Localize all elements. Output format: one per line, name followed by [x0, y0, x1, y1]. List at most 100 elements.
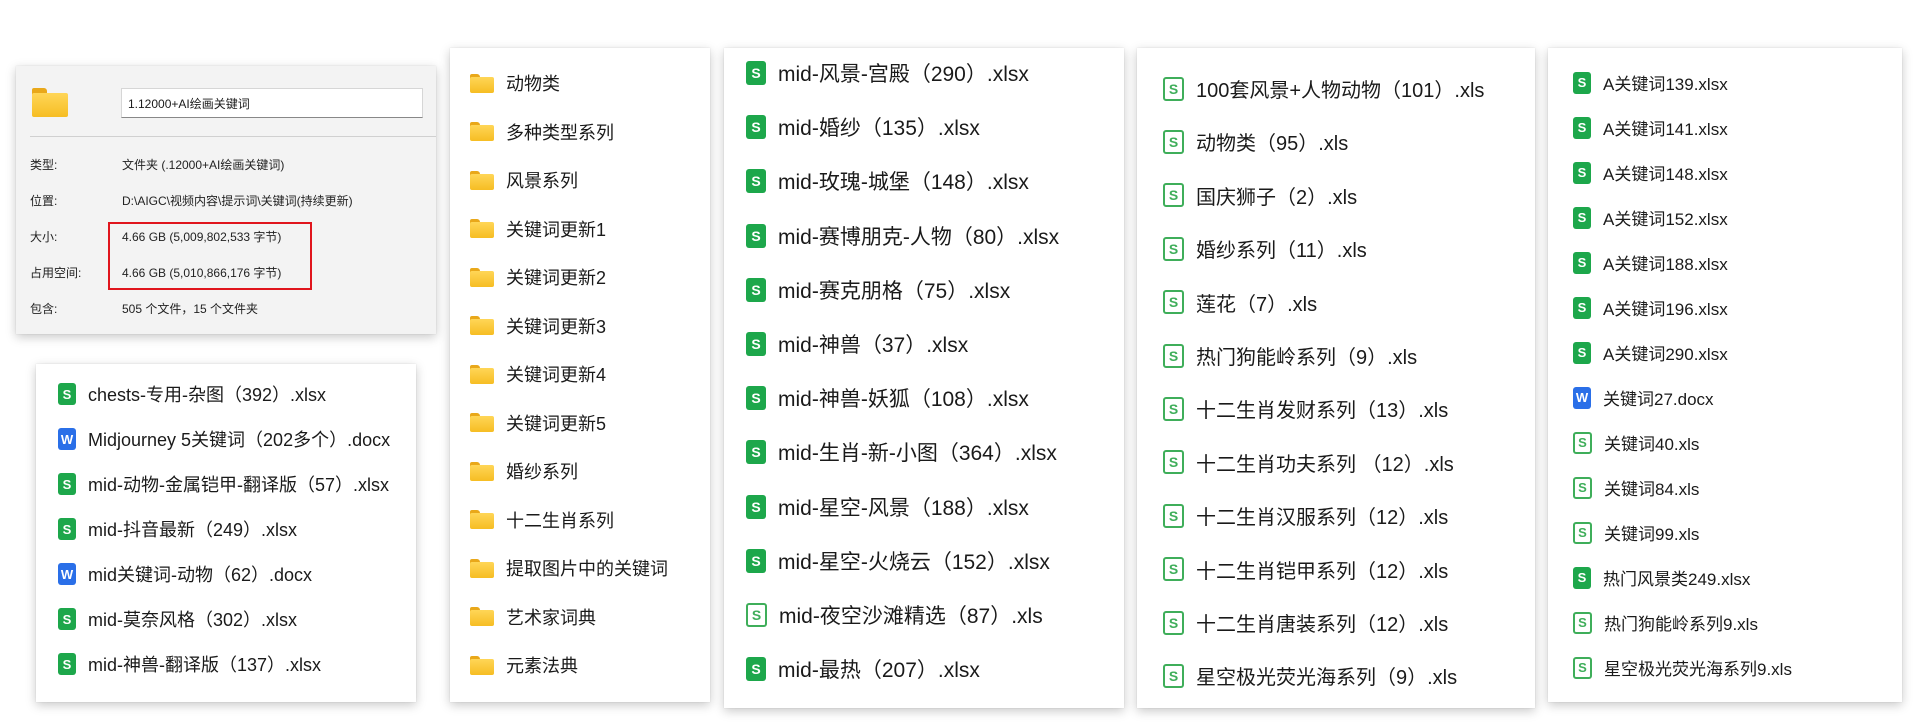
folder-list-item[interactable]: 多种类型系列 [470, 119, 614, 145]
item-label: mid-婚纱（135）.xlsx [778, 117, 980, 141]
folder-list-item[interactable]: 关键词更新3 [470, 313, 606, 339]
xlsx-icon: S [1573, 341, 1591, 364]
item-label: 星空极光荧光海系列（9）.xls [1196, 667, 1458, 690]
file-list-item[interactable]: Smid-夜空沙滩精选（87）.xls [746, 600, 1043, 630]
item-label: 关键词40.xls [1604, 435, 1700, 454]
item-label: mid-玫瑰-城堡（148）.xlsx [778, 171, 1029, 195]
file-list-item[interactable]: S 星空极光荧光海系列9.xls [1573, 655, 1792, 680]
file-list-item[interactable]: Smid-莫奈风格（302）.xlsx [58, 606, 297, 632]
xlsx-icon: S [1573, 71, 1591, 94]
file-list-item[interactable]: S A关键词290.xlsx [1573, 340, 1728, 365]
file-list-item[interactable]: Smid-动物-金属铠甲-翻译版（57）.xlsx [58, 471, 389, 497]
folder-icon [470, 655, 494, 675]
item-label: mid-神兽-翻译版（137）.xlsx [88, 655, 322, 675]
docx-icon: W [1573, 386, 1591, 409]
item-label: Midjourney 5关键词（202多个）.docx [88, 430, 391, 450]
file-list-item[interactable]: S 十二生肖铠甲系列（12）.xls [1163, 555, 1448, 584]
file-list-item[interactable]: S 热门狗能岭系列（9）.xls [1163, 341, 1417, 370]
file-list-item[interactable]: S 关键词84.xls [1573, 475, 1699, 500]
file-list-item[interactable]: Smid-婚纱（135）.xlsx [746, 112, 980, 142]
folder-icon [470, 607, 494, 626]
file-list-item[interactable]: Smid-神兽-翻译版（137）.xlsx [58, 651, 321, 677]
folder-name-input[interactable]: 1.12000+AI绘画关键词 [121, 88, 423, 118]
file-list-item[interactable]: S A关键词196.xlsx [1573, 295, 1728, 320]
file-list-item[interactable]: S 热门风景类249.xlsx [1573, 565, 1750, 590]
item-label: 十二生肖汉服系列（12）.xls [1196, 507, 1449, 530]
file-list-item[interactable]: S A关键词152.xlsx [1573, 205, 1728, 230]
item-label: 十二生肖发财系列（13）.xls [1196, 400, 1449, 423]
folder-icon [470, 413, 494, 432]
prop-key: 包含: [30, 302, 58, 316]
folder-list-item[interactable]: 关键词更新1 [470, 216, 606, 242]
file-list-item[interactable]: S 动物类（95）.xls [1163, 127, 1348, 156]
item-label: 婚纱系列 [506, 462, 578, 482]
file-list-item[interactable]: S 星空极光荧光海系列（9）.xls [1163, 661, 1457, 690]
divider [30, 136, 436, 137]
file-list-item[interactable]: S A关键词141.xlsx [1573, 115, 1728, 140]
file-list-item[interactable]: Schests-专用-杂图（392）.xlsx [58, 381, 326, 407]
file-list-item[interactable]: S 婚纱系列（11）.xls [1163, 234, 1367, 263]
file-list-item[interactable]: S 十二生肖发财系列（13）.xls [1163, 394, 1448, 423]
file-list-item[interactable]: Smid-生肖-新-小图（364）.xlsx [746, 437, 1057, 467]
file-list-item[interactable]: S 100套风景+人物动物（101）.xls [1163, 74, 1484, 103]
folder-list-item[interactable]: 婚纱系列 [470, 458, 578, 484]
file-list-item[interactable]: Smid-风景-宫殿（290）.xlsx [746, 58, 1029, 88]
item-label: 艺术家词典 [506, 607, 596, 628]
file-list-item[interactable]: S A关键词148.xlsx [1573, 160, 1728, 185]
folder-list-item[interactable]: 关键词更新2 [470, 264, 606, 290]
item-label: 十二生肖铠甲系列（12）.xls [1196, 560, 1449, 583]
folder-list-item[interactable]: 风景系列 [470, 167, 578, 193]
item-label: 关键词更新1 [506, 219, 607, 240]
file-list-item[interactable]: S 关键词40.xls [1573, 430, 1699, 455]
item-label: mid-抖音最新（249）.xlsx [88, 520, 298, 540]
prop-row-location: 位置: D:\AIGC\视频内容\提示词\关键词(持续更新) [30, 192, 353, 209]
file-list-item[interactable]: Smid-玫瑰-城堡（148）.xlsx [746, 166, 1029, 196]
file-list-item[interactable]: W 关键词27.docx [1573, 385, 1714, 410]
folder-list-item[interactable]: 艺术家词典 [470, 604, 596, 630]
file-list-item[interactable]: S 十二生肖唐装系列（12）.xls [1163, 608, 1448, 637]
xls-icon: S [1163, 557, 1184, 582]
item-label: mid-最热（207）.xlsx [778, 659, 980, 683]
file-list-item[interactable]: S 国庆狮子（2）.xls [1163, 181, 1357, 210]
folder-list-item[interactable]: 元素法典 [470, 652, 578, 678]
file-list-item[interactable]: S A关键词139.xlsx [1573, 70, 1728, 95]
folder-icon [470, 122, 494, 141]
xls-icon: S [1163, 663, 1184, 688]
xlsx-icon: S [1573, 566, 1591, 589]
item-label: 十二生肖系列 [506, 510, 614, 531]
file-list-item[interactable]: Smid-神兽（37）.xlsx [746, 329, 968, 359]
item-label: 风景系列 [506, 171, 578, 191]
file-list-item[interactable]: Smid-赛克朋格（75）.xlsx [746, 275, 1010, 305]
xlsx-icon: S [58, 653, 76, 675]
folder-list-item[interactable]: 关键词更新5 [470, 410, 606, 436]
xls-icon: S [1163, 129, 1184, 154]
file-list-item[interactable]: W Midjourney 5关键词（202多个）.docx [58, 426, 390, 452]
folder-list-item[interactable]: 关键词更新4 [470, 361, 606, 387]
file-list-item[interactable]: S 热门狗能岭系列9.xls [1573, 610, 1758, 635]
item-label: 莲花（7）.xls [1196, 293, 1318, 316]
xlsx-icon: S [746, 657, 766, 682]
file-list-item[interactable]: S 十二生肖汉服系列（12）.xls [1163, 501, 1448, 530]
prop-value: 文件夹 (.12000+AI绘画关键词) [122, 158, 285, 172]
item-label: mid-赛博朋克-人物（80）.xlsx [778, 225, 1060, 249]
file-list-item[interactable]: Smid-抖音最新（249）.xlsx [58, 516, 297, 542]
xls-icon: S [1573, 521, 1592, 544]
xls-icon: S [746, 603, 767, 627]
file-list-item[interactable]: S A关键词188.xlsx [1573, 250, 1728, 275]
item-label: mid-动物-金属铠甲-翻译版（57）.xlsx [88, 475, 390, 495]
file-list-item[interactable]: S 莲花（7）.xls [1163, 288, 1317, 317]
folder-list-item[interactable]: 十二生肖系列 [470, 507, 614, 533]
xls-icon: S [1163, 290, 1184, 315]
file-list-item[interactable]: Smid-最热（207）.xlsx [746, 654, 980, 684]
file-list-item[interactable]: Smid-星空-火烧云（152）.xlsx [746, 546, 1050, 576]
file-list-item[interactable]: Smid-赛博朋克-人物（80）.xlsx [746, 221, 1059, 251]
file-list-item[interactable]: S 关键词99.xls [1573, 520, 1699, 545]
file-list-item[interactable]: Smid-星空-风景（188）.xlsx [746, 492, 1029, 522]
item-label: 动物类 [506, 74, 560, 94]
xlsx-icon: S [746, 548, 766, 573]
file-list-item[interactable]: S 十二生肖功夫系列 （12）.xls [1163, 448, 1454, 477]
file-list-item[interactable]: Wmid关键词-动物（62）.docx [58, 561, 312, 587]
folder-list-item[interactable]: 提取图片中的关键词 [470, 555, 668, 581]
file-list-item[interactable]: Smid-神兽-妖狐（108）.xlsx [746, 383, 1029, 413]
folder-list-item[interactable]: 动物类 [470, 70, 560, 96]
